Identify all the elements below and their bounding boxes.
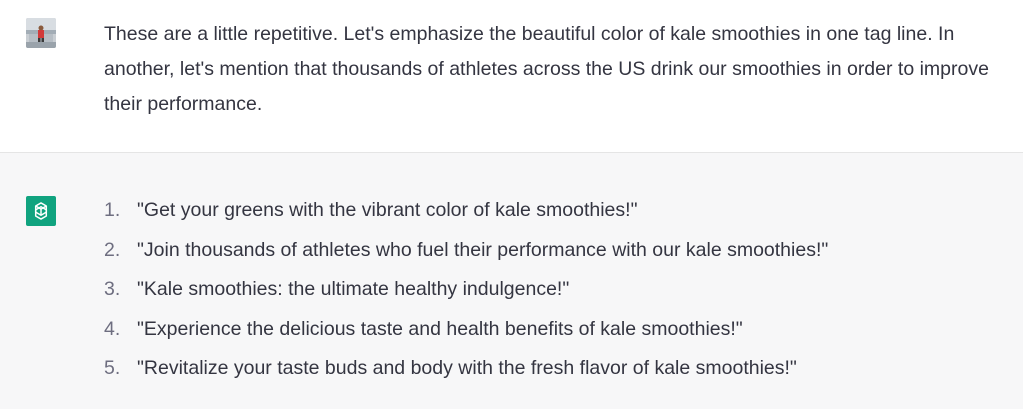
assistant-avatar — [26, 196, 56, 226]
list-item-text: "Get your greens with the vibrant color … — [137, 199, 638, 221]
list-item-number: 5. — [104, 357, 121, 379]
user-avatar-photo — [26, 18, 56, 48]
list-item-text: "Kale smoothies: the ultimate healthy in… — [137, 278, 570, 300]
list-item: 4. "Experience the delicious taste and h… — [104, 310, 828, 350]
list-item-number: 1. — [104, 199, 121, 221]
user-avatar — [26, 18, 56, 48]
user-turn: These are a little repetitive. Let's emp… — [0, 0, 1023, 153]
list-item: 5. "Revitalize your taste buds and body … — [104, 349, 828, 389]
user-message: These are a little repetitive. Let's emp… — [104, 23, 989, 115]
list-item: 2. "Join thousands of athletes who fuel … — [104, 231, 828, 271]
list-item-text: "Join thousands of athletes who fuel the… — [137, 238, 829, 261]
list-item-text: "Revitalize your taste buds and body wit… — [137, 357, 797, 379]
list-item-number: 2. — [104, 238, 121, 261]
list-item: 1. "Get your greens with the vibrant col… — [104, 191, 828, 231]
list-item-number: 4. — [104, 317, 121, 340]
list-item-number: 3. — [104, 278, 121, 300]
list-item: 3. "Kale smoothies: the ultimate healthy… — [104, 270, 828, 310]
openai-logo-icon — [34, 202, 48, 220]
assistant-reply-list: 1. "Get your greens with the vibrant col… — [104, 191, 828, 389]
list-item-text: "Experience the delicious taste and heal… — [137, 317, 743, 340]
